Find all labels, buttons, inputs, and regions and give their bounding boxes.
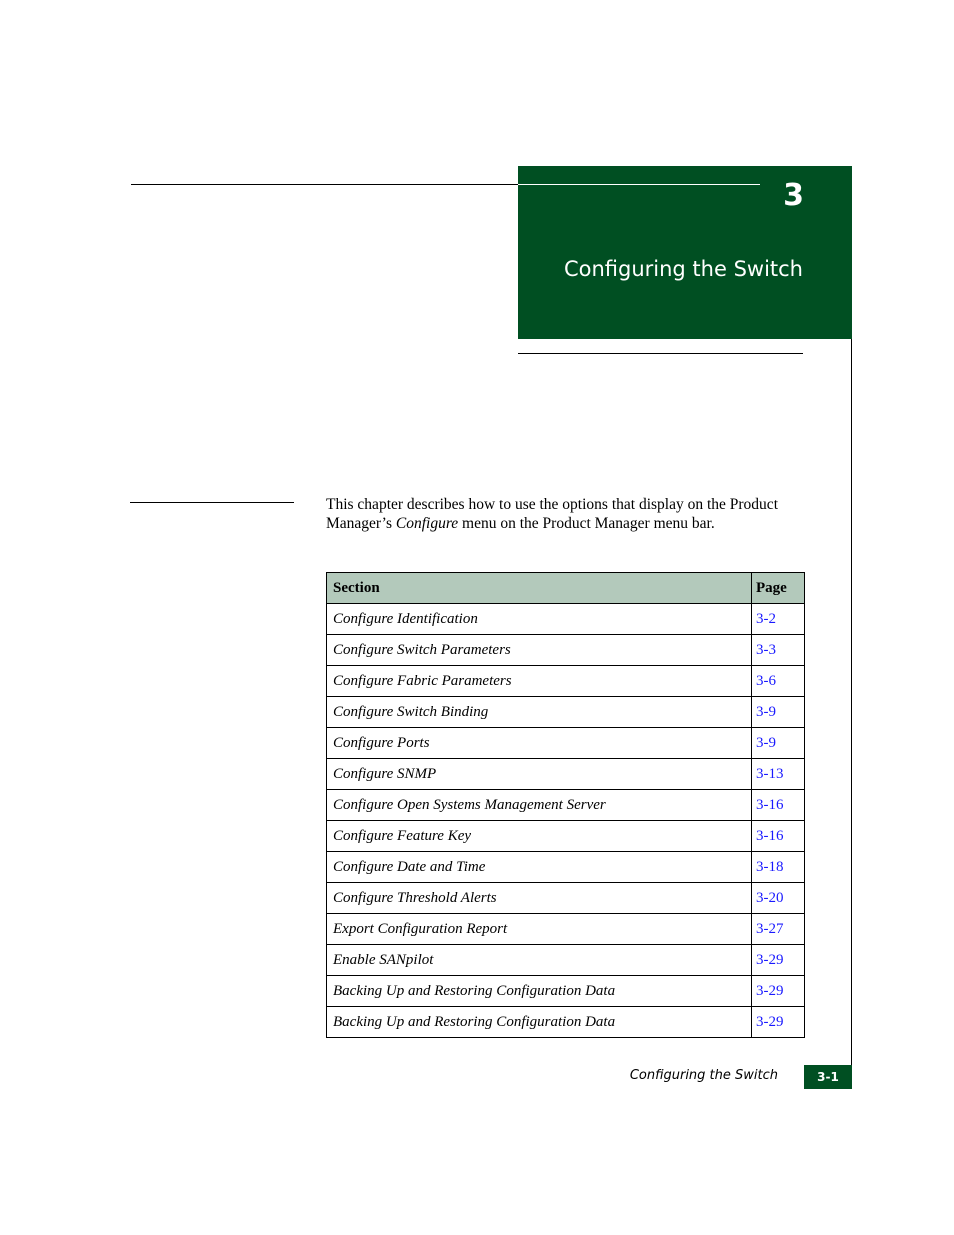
page-link[interactable]: 3-13 bbox=[756, 766, 784, 782]
section-name: Configure Date and Time bbox=[326, 851, 752, 883]
footer-running-title: Configuring the Switch bbox=[629, 1068, 778, 1083]
page-link[interactable]: 3-20 bbox=[756, 890, 784, 906]
table-row: Configure Threshold Alerts 3-20 bbox=[326, 882, 805, 914]
page-link[interactable]: 3-27 bbox=[756, 921, 784, 937]
section-name: Configure Switch Parameters bbox=[326, 634, 752, 666]
page-link[interactable]: 3-3 bbox=[756, 642, 776, 658]
section-rule bbox=[130, 502, 294, 503]
page-cell: 3-29 bbox=[751, 1006, 805, 1038]
table-row: Configure Fabric Parameters 3-6 bbox=[326, 665, 805, 697]
chapter-number: 3 bbox=[783, 178, 804, 213]
section-name: Configure Switch Binding bbox=[326, 696, 752, 728]
section-name: Backing Up and Restoring Configuration D… bbox=[326, 1006, 752, 1038]
page-link[interactable]: 3-18 bbox=[756, 859, 784, 875]
table-row: Enable SANpilot 3-29 bbox=[326, 944, 805, 976]
section-name: Configure Threshold Alerts bbox=[326, 882, 752, 914]
page-cell: 3-9 bbox=[751, 727, 805, 759]
page-link[interactable]: 3-29 bbox=[756, 952, 784, 968]
table-row: Configure Identification 3-2 bbox=[326, 603, 805, 635]
page-link[interactable]: 3-6 bbox=[756, 673, 776, 689]
table-row: Configure Feature Key 3-16 bbox=[326, 820, 805, 852]
section-name: Configure Ports bbox=[326, 727, 752, 759]
intro-paragraph: This chapter describes how to use the op… bbox=[326, 495, 796, 533]
section-name: Backing Up and Restoring Configuration D… bbox=[326, 975, 752, 1007]
table-row: Configure Switch Binding 3-9 bbox=[326, 696, 805, 728]
column-header-page: Page bbox=[751, 572, 805, 604]
table-body: Configure Identification 3-2 Configure Swi… bbox=[326, 603, 805, 1038]
table-header-row: Section Page bbox=[326, 572, 805, 604]
table-row: Configure Ports 3-9 bbox=[326, 727, 805, 759]
page-cell: 3-27 bbox=[751, 913, 805, 945]
page-cell: 3-9 bbox=[751, 696, 805, 728]
page-cell: 3-3 bbox=[751, 634, 805, 666]
page-cell: 3-29 bbox=[751, 944, 805, 976]
page-cell: 3-20 bbox=[751, 882, 805, 914]
section-name: Configure Open Systems Management Server bbox=[326, 789, 752, 821]
page-cell: 3-16 bbox=[751, 820, 805, 852]
table-row: Configure Switch Parameters 3-3 bbox=[326, 634, 805, 666]
page-link[interactable]: 3-2 bbox=[756, 611, 776, 627]
section-name: Configure Identification bbox=[326, 603, 752, 635]
title-under-rule bbox=[518, 353, 803, 354]
page-link[interactable]: 3-9 bbox=[756, 704, 776, 720]
page-link[interactable]: 3-29 bbox=[756, 983, 784, 999]
page-cell: 3-6 bbox=[751, 665, 805, 697]
page-cell: 3-2 bbox=[751, 603, 805, 635]
intro-text-after: menu on the Product Manager menu bar. bbox=[458, 515, 715, 532]
table-row: Export Configuration Report 3-27 bbox=[326, 913, 805, 945]
table-row: Configure SNMP 3-13 bbox=[326, 758, 805, 790]
chapter-contents-table: Section Page Configure Identification 3-2… bbox=[326, 572, 805, 1038]
chapter-title: Configuring the Switch bbox=[563, 257, 803, 281]
right-margin-line bbox=[851, 339, 852, 1089]
page-link[interactable]: 3-9 bbox=[756, 735, 776, 751]
table-row: Configure Date and Time 3-18 bbox=[326, 851, 805, 883]
page-cell: 3-29 bbox=[751, 975, 805, 1007]
section-name: Configure Feature Key bbox=[326, 820, 752, 852]
page-link[interactable]: 3-16 bbox=[756, 797, 784, 813]
page-link[interactable]: 3-16 bbox=[756, 828, 784, 844]
page-cell: 3-16 bbox=[751, 789, 805, 821]
table-row: Backing Up and Restoring Configuration D… bbox=[326, 975, 805, 1007]
table-row: Backing Up and Restoring Configuration D… bbox=[326, 1006, 805, 1038]
page-cell: 3-13 bbox=[751, 758, 805, 790]
table-row: Configure Open Systems Management Server… bbox=[326, 789, 805, 821]
page-link[interactable]: 3-29 bbox=[756, 1014, 784, 1030]
page-cell: 3-18 bbox=[751, 851, 805, 883]
footer-page-number: 3-1 bbox=[804, 1065, 852, 1089]
intro-emphasis: Configure bbox=[395, 515, 459, 532]
section-name: Export Configuration Report bbox=[326, 913, 752, 945]
section-name: Configure Fabric Parameters bbox=[326, 665, 752, 697]
section-name: Enable SANpilot bbox=[326, 944, 752, 976]
column-header-section: Section bbox=[326, 572, 752, 604]
top-rule-banner-segment bbox=[518, 184, 760, 185]
section-name: Configure SNMP bbox=[326, 758, 752, 790]
